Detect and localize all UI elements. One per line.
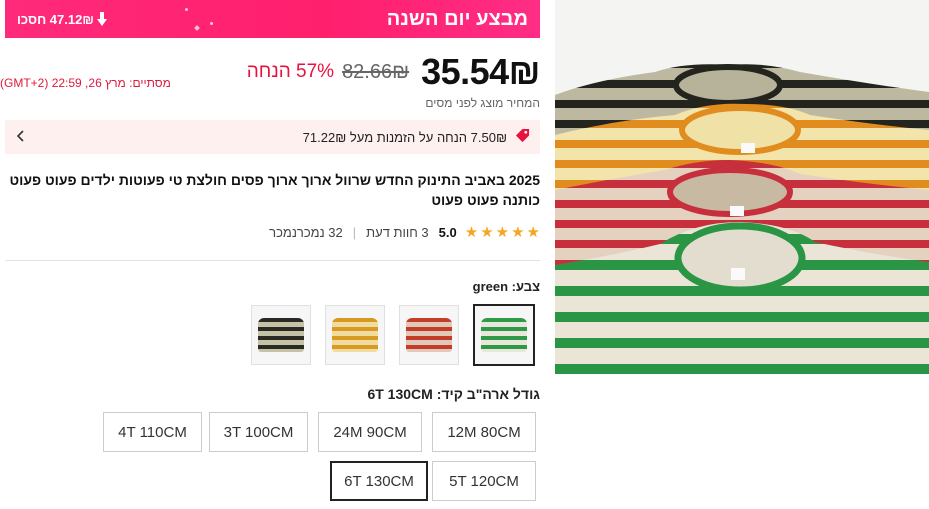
banner-title: מבצע יום השנה: [386, 7, 528, 30]
sold-count: 32 נמכרנמכר: [269, 225, 343, 240]
review-count[interactable]: 3 חוות דעת: [366, 225, 429, 240]
size-option-5t[interactable]: 5T 120CM: [432, 461, 536, 501]
color-option-yellow[interactable]: [325, 305, 385, 365]
shirt-thumbnail: [406, 318, 452, 352]
color-options: [251, 304, 535, 366]
tag-icon: [515, 128, 530, 146]
shirt-thumbnail: [332, 318, 378, 352]
size-option-3t[interactable]: 3T 100CM: [209, 412, 308, 452]
star-icon: ★: [464, 224, 479, 241]
shirt-thumbnail: [481, 318, 527, 352]
selected-color: green: [472, 279, 509, 294]
rating-row[interactable]: ★ ★ ★ ★ ★ 5.0 3 חוות דעת | 32 נמכרנמכר: [269, 225, 540, 240]
color-option-black[interactable]: [251, 305, 311, 365]
star-icon: ★: [511, 224, 525, 241]
arrow-down-icon: [96, 12, 107, 26]
shirt-thumbnail: [258, 318, 304, 352]
star-icon: ★: [495, 224, 510, 241]
product-photo: [555, 0, 929, 374]
current-price: 35.54₪: [421, 51, 540, 92]
star-icon: ★: [526, 224, 540, 241]
coupon-promo-bar[interactable]: 7.50₪ הנחה על הזמנות מעל 71.22₪: [5, 120, 540, 154]
star-icon: ★: [480, 224, 494, 241]
anniversary-sale-banner: מבצע יום השנה 47.12₪ חסכו: [5, 0, 540, 38]
color-option-green[interactable]: [473, 304, 535, 366]
divider: [5, 260, 540, 261]
discount-percent: 57% הנחה: [246, 61, 335, 82]
chevron-left-icon[interactable]: [16, 129, 25, 145]
color-label: צבע: green: [472, 279, 540, 294]
rating-score: 5.0: [438, 225, 457, 240]
size-option-24m[interactable]: 24M 90CM: [318, 412, 422, 452]
size-option-6t[interactable]: 6T 130CM: [330, 461, 428, 501]
original-price: 82.66₪: [342, 60, 410, 83]
savings-amount: 47.12₪ חסכו: [17, 12, 107, 27]
promo-text: 7.50₪ הנחה על הזמנות מעל 71.22₪: [302, 129, 507, 145]
product-title: 2025 באביב התינוק החדש שרוול ארוך ארוך פ…: [9, 172, 540, 208]
product-main-image[interactable]: [555, 0, 929, 374]
size-option-4t[interactable]: 4T 110CM: [103, 412, 202, 452]
selected-size: 6T 130CM: [367, 386, 433, 402]
separator: |: [352, 225, 357, 240]
color-option-red[interactable]: [399, 305, 459, 365]
size-option-12m[interactable]: 12M 80CM: [432, 412, 536, 452]
sale-end-timer: מסתיים: מרץ 26, 22:59 (GMT+2): [0, 76, 171, 90]
product-info-panel: מבצע יום השנה 47.12₪ חסכו 35.54₪ 82.66₪ …: [0, 0, 545, 509]
star-rating: ★ ★ ★ ★ ★: [465, 225, 540, 240]
size-label: גודל ארה"ב קיד: 6T 130CM: [367, 386, 540, 402]
tax-note: המחיר מוצג לפני מסים: [425, 96, 540, 110]
